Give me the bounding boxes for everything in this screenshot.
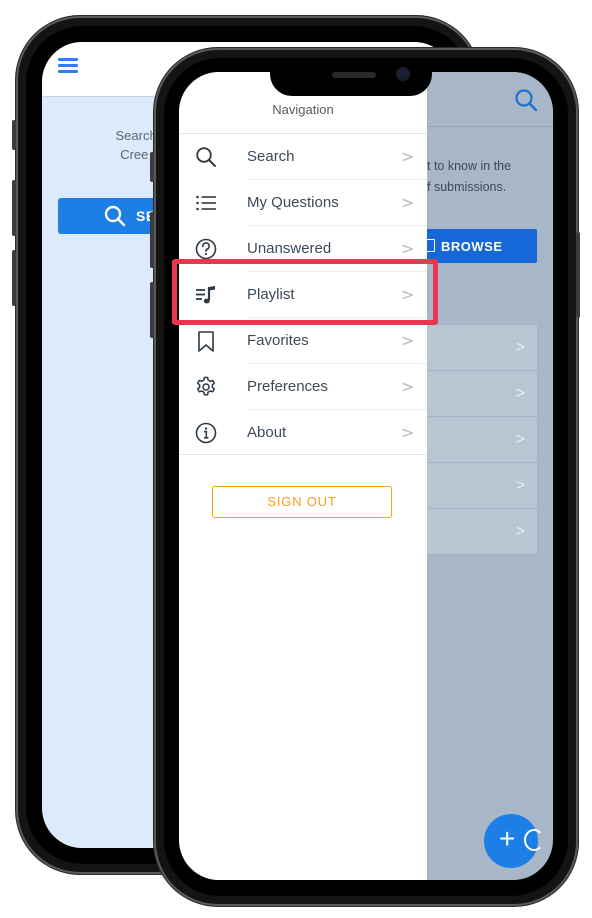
info-icon: [195, 422, 217, 444]
question-circle-icon: [195, 238, 217, 260]
front-phone-power-button: [576, 232, 580, 318]
chevron-right-icon: >: [401, 193, 415, 212]
drawer-title: Navigation: [272, 102, 334, 117]
list-item[interactable]: >: [427, 325, 537, 371]
chevron-right-icon: >: [515, 523, 525, 540]
front-phone-volume-up: [150, 212, 154, 268]
gear-icon: [196, 376, 216, 396]
chevron-right-icon: >: [515, 431, 525, 448]
back-phone-mute-switch: [12, 120, 16, 150]
hamburger-menu-icon[interactable]: [58, 58, 78, 74]
nav-item-label: Preferences: [247, 378, 328, 395]
chevron-right-icon: >: [515, 339, 525, 356]
list-item[interactable]: >: [427, 509, 537, 555]
nav-item-preferences[interactable]: Preferences >: [179, 364, 427, 410]
nav-item-label: About: [247, 424, 287, 441]
highlight-box-playlist: [172, 259, 438, 325]
behind-intro-text: t to know in the f submissions.: [427, 156, 553, 198]
phone-notch: [270, 60, 432, 96]
bookmark-icon: [198, 331, 214, 352]
search-icon: [104, 205, 126, 227]
front-phone-volume-down: [150, 282, 154, 338]
sign-out-button[interactable]: SIGN OUT: [212, 486, 392, 518]
add-floating-action-button[interactable]: +: [484, 814, 544, 868]
nav-item-label: Unanswered: [247, 240, 332, 257]
behind-list: > > > > >: [427, 325, 537, 555]
plus-icon: +: [499, 823, 516, 854]
nav-item-label: Search: [247, 148, 295, 165]
list-item[interactable]: >: [427, 463, 537, 509]
front-camera: [398, 69, 408, 79]
back-phone-volume-up: [12, 180, 16, 236]
drawer-bottom-divider: [179, 454, 427, 455]
browse-button-label: BROWSE: [441, 239, 503, 254]
chevron-right-icon: >: [401, 239, 415, 258]
behind-intro-line-1: t to know in the: [427, 159, 512, 173]
navigation-drawer: Navigation Search > My Questions > Unans…: [179, 72, 427, 880]
back-phone-volume-down: [12, 250, 16, 306]
chevron-right-icon: >: [515, 477, 525, 494]
earpiece-speaker: [332, 72, 376, 78]
behind-intro-line-2: f submissions.: [427, 180, 507, 194]
nav-item-my-questions[interactable]: My Questions >: [179, 180, 427, 226]
chat-bubble-icon: [524, 829, 544, 851]
front-phone-mute-switch: [150, 152, 154, 182]
front-phone-screen: t to know in the f submissions. BROWSE >…: [179, 72, 553, 880]
browse-button[interactable]: BROWSE: [411, 229, 537, 263]
nav-item-search[interactable]: Search >: [179, 134, 427, 180]
chevron-right-icon: >: [401, 377, 415, 396]
nav-item-label: My Questions: [247, 194, 339, 211]
chevron-right-icon: >: [401, 147, 415, 166]
chevron-right-icon: >: [401, 331, 415, 350]
chevron-right-icon: >: [515, 385, 525, 402]
chevron-right-icon: >: [401, 423, 415, 442]
nav-item-about[interactable]: About >: [179, 410, 427, 456]
list-item[interactable]: >: [427, 371, 537, 417]
list-item[interactable]: >: [427, 417, 537, 463]
list-icon: [196, 195, 216, 211]
search-icon: [196, 147, 216, 167]
search-icon[interactable]: [514, 88, 538, 112]
nav-item-label: Favorites: [247, 332, 309, 349]
